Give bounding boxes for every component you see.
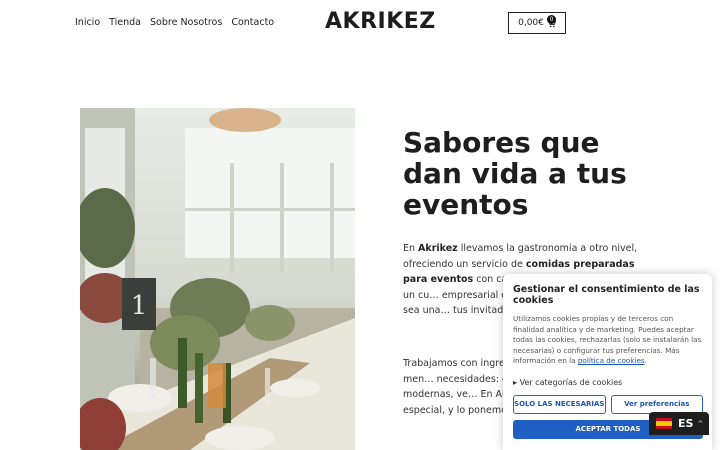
nav-sobre-nosotros[interactable]: Sobre Nosotros xyxy=(150,17,222,28)
nav-inicio[interactable]: Inicio xyxy=(75,17,100,28)
hero-image-event-tables: 1 xyxy=(80,108,355,450)
cart-total: 0,00€ xyxy=(518,18,544,28)
cookie-title: Gestionar el consentimiento de las cooki… xyxy=(513,284,700,306)
p1-text-start: En xyxy=(403,243,419,254)
language-selector[interactable]: ES ^ xyxy=(649,412,709,435)
cookie-text-end: . xyxy=(644,356,647,365)
site-logo[interactable]: AKRIKEZ xyxy=(325,9,436,34)
spain-flag-icon xyxy=(656,418,672,429)
chevron-up-icon: ^ xyxy=(697,419,704,428)
cookie-categories-toggle[interactable]: ▸ Ver categorías de cookies xyxy=(513,378,703,387)
view-preferences-button[interactable]: Ver preferencias xyxy=(610,394,703,414)
cookie-button-row: SOLO LAS NECESARIAS Ver preferencias xyxy=(513,394,703,414)
nav-contacto[interactable]: Contacto xyxy=(231,17,274,28)
only-necessary-button[interactable]: SOLO LAS NECESARIAS xyxy=(513,394,606,414)
main-nav: Inicio Tienda Sobre Nosotros Contacto xyxy=(75,17,274,28)
cart-button[interactable]: 0,00€ 0 xyxy=(508,12,566,34)
site-header: Inicio Tienda Sobre Nosotros Contacto AK… xyxy=(0,0,720,48)
cookie-categories-label: Ver categorías de cookies xyxy=(519,377,623,387)
nav-tienda[interactable]: Tienda xyxy=(109,17,141,28)
cart-count-badge: 0 xyxy=(547,15,556,24)
svg-text:1: 1 xyxy=(131,291,148,321)
cookie-description: Utilizamos cookies propias y de terceros… xyxy=(513,314,703,367)
hero-title: Sabores que dan vida a tus eventos xyxy=(403,126,627,221)
p1-brand: Akrikez xyxy=(418,243,458,254)
language-code: ES xyxy=(678,417,694,430)
triangle-right-icon: ▸ xyxy=(513,377,518,387)
cookie-policy-link[interactable]: política de cookies xyxy=(578,356,645,365)
